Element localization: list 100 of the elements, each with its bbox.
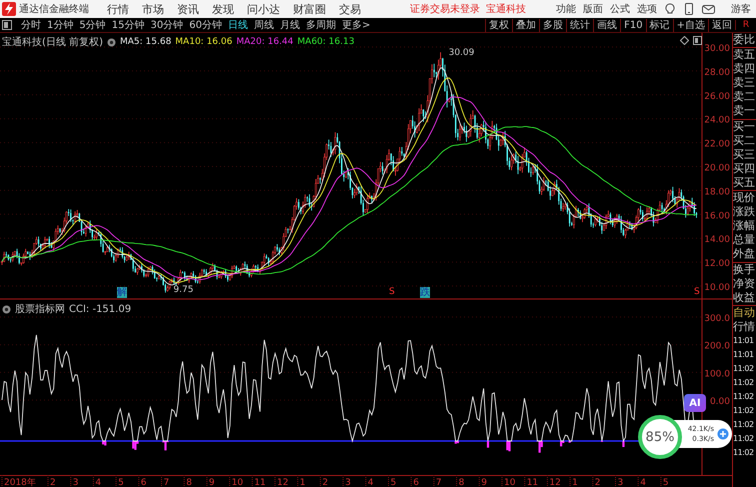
- date-label: 6: [140, 478, 147, 487]
- menu-item[interactable]: 问小达: [247, 2, 280, 16]
- date-label: 12: [549, 478, 561, 487]
- quote-label: 换手: [733, 262, 756, 277]
- signal-label: 跌: [420, 287, 430, 298]
- login-notice[interactable]: 证券交易未登录: [410, 2, 480, 16]
- menu-item[interactable]: 发现: [212, 2, 234, 16]
- app-title: 通达信金融终端: [19, 2, 89, 16]
- period-tab[interactable]: 分时: [18, 18, 44, 32]
- memory-gauge[interactable]: 85%: [638, 415, 682, 459]
- tick-time: 11:02: [733, 446, 755, 459]
- axis-label: 10.00: [704, 283, 730, 293]
- mode-label[interactable]: 自动: [733, 306, 756, 320]
- menu-item[interactable]: 财富圈: [293, 2, 326, 16]
- quote-label: 买三: [733, 148, 756, 162]
- period-tab[interactable]: 15分钟: [108, 18, 148, 32]
- date-label: 7: [164, 478, 170, 487]
- tick-time: 11:02: [733, 418, 755, 431]
- menu-item[interactable]: 功能: [556, 2, 576, 16]
- quote-label: 收益: [733, 290, 756, 305]
- tick-time: 11:02: [733, 390, 755, 403]
- date-label: 2: [594, 478, 601, 487]
- date-label: 1: [572, 478, 578, 487]
- tick-time: 11:02: [733, 404, 755, 417]
- date-label: 12: [277, 478, 288, 487]
- indicator-value: MA60: 16.13: [297, 37, 354, 47]
- date-label: 3: [618, 478, 624, 487]
- indicator-value: MA5: 15.68: [120, 37, 172, 47]
- stock-link[interactable]: 宝通科技: [486, 2, 526, 16]
- quote-label: 买五: [733, 176, 756, 190]
- toolbar-button[interactable]: F10: [620, 18, 646, 32]
- period-tab[interactable]: 多周期: [302, 18, 339, 32]
- axis-label: 24.00: [704, 116, 730, 126]
- quote-label: 委比: [733, 33, 756, 48]
- menu-item[interactable]: 行情: [107, 2, 129, 16]
- axis-label: 30.00: [704, 44, 730, 54]
- indicator-value: MA20: 16.44: [236, 37, 294, 47]
- period-tab[interactable]: 更多>: [338, 18, 374, 32]
- corner-label: R: [735, 20, 756, 30]
- date-label: 9: [208, 478, 215, 487]
- signal-label: S: [389, 287, 395, 298]
- menu-item[interactable]: 版面: [583, 2, 603, 16]
- cci-reading: CCI: -151.09: [69, 304, 132, 314]
- date-label: 8: [458, 478, 464, 487]
- period-tab[interactable]: 5分钟: [76, 18, 109, 32]
- date-label: 5: [390, 478, 396, 487]
- toolbar-button[interactable]: 统计: [566, 18, 594, 32]
- period-tab[interactable]: 1分钟: [44, 18, 76, 32]
- date-label: 10: [232, 478, 244, 487]
- tick-time: 11:02: [733, 362, 755, 375]
- toolbar-button[interactable]: 复权: [485, 18, 512, 32]
- date-label: 3: [345, 478, 351, 487]
- date-label: 7: [436, 478, 442, 487]
- quote-label: 现价: [733, 191, 756, 206]
- quote-label: 外盘: [733, 247, 756, 262]
- date-label: 4: [640, 478, 646, 487]
- section-label: 行情: [733, 320, 756, 334]
- quote-label: 涨幅: [733, 219, 756, 234]
- date-label: 2: [50, 478, 56, 487]
- axis-label: 26.00: [704, 92, 730, 102]
- toolbar-button[interactable]: +自选: [672, 18, 708, 32]
- period-tab[interactable]: 60分钟: [186, 18, 225, 32]
- menu-item[interactable]: 资讯: [177, 2, 199, 16]
- menu-item[interactable]: 选项: [637, 2, 657, 16]
- signal-label: 解: [117, 287, 127, 298]
- axis-label: 200.0: [704, 342, 730, 352]
- ai-button[interactable]: AI: [684, 394, 706, 412]
- date-label: 9: [481, 478, 488, 487]
- tick-time: 11:02: [733, 376, 755, 389]
- date-label: 11: [526, 478, 538, 487]
- axis-label: 100.0: [704, 369, 730, 380]
- toolbar-button[interactable]: 返回: [708, 18, 735, 32]
- period-tab[interactable]: 周线: [250, 18, 277, 32]
- user-label[interactable]: 游客: [731, 2, 751, 16]
- axis-label: 14.00: [704, 235, 730, 246]
- axis-label: 300.0: [704, 314, 730, 324]
- menu-item[interactable]: 交易: [339, 2, 361, 16]
- toolbar-button[interactable]: 标记: [646, 18, 673, 32]
- period-tab[interactable]: 30分钟: [147, 18, 186, 32]
- toolbar-button[interactable]: 画线: [593, 18, 620, 32]
- toolbar-button[interactable]: 多股: [539, 18, 566, 32]
- period-tab[interactable]: 月线: [276, 18, 303, 32]
- signal-label: S: [694, 287, 700, 298]
- axis-label: 0.00: [710, 397, 730, 408]
- tick-time: 11:01: [733, 334, 755, 347]
- axis-label: 18.00: [704, 187, 730, 198]
- toolbar-button[interactable]: 叠加: [512, 18, 540, 32]
- date-label: 8: [186, 478, 192, 487]
- menu-item[interactable]: 公式: [610, 2, 630, 16]
- date-label: 5: [118, 478, 124, 487]
- quote-label: 买四: [733, 162, 756, 176]
- menu-item[interactable]: 市场: [142, 2, 164, 16]
- axis-label: 28.00: [704, 68, 730, 78]
- date-label: 6: [413, 478, 419, 487]
- quote-label: 卖四: [733, 62, 756, 76]
- period-tab[interactable]: 日线: [224, 18, 251, 32]
- tick-time: 11:02: [733, 432, 755, 445]
- tick-time: 11:01: [733, 348, 755, 361]
- quote-label: 总量: [733, 233, 756, 248]
- quote-label: 买一: [733, 120, 756, 134]
